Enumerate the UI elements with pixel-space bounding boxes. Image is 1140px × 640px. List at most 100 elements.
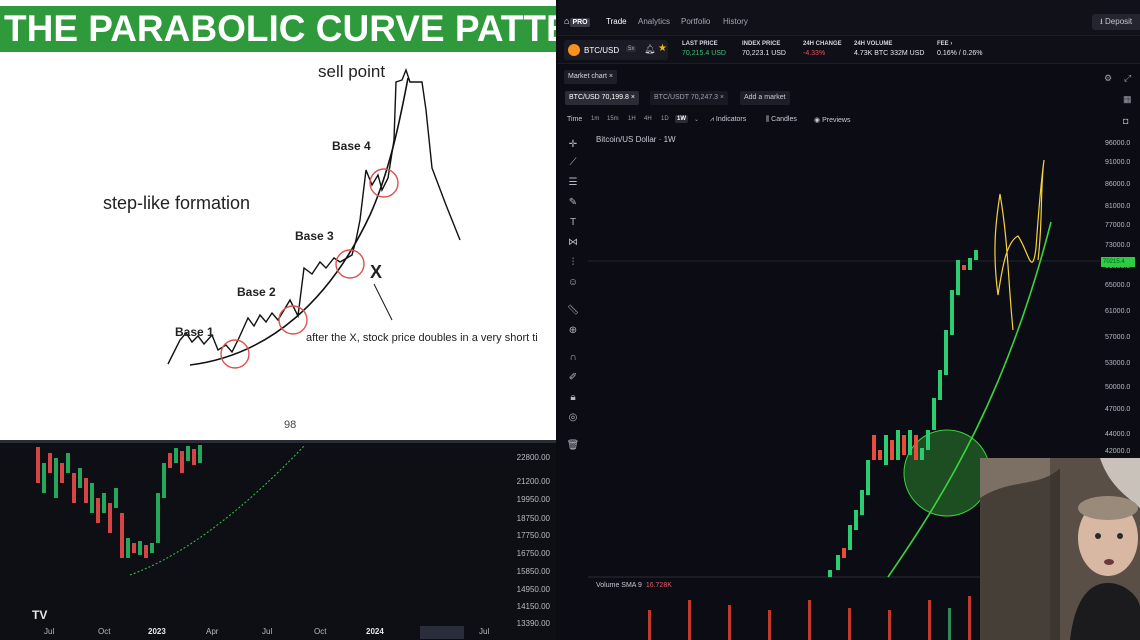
tab-market-chart[interactable]: Market chart × [564,70,617,84]
mini-candle [72,473,76,503]
trendline-icon[interactable]: ⟋ [566,156,580,170]
stat-value: 70,215.4 USD [682,50,726,57]
tradingview-logo: TV [32,608,48,622]
step-like-label: step-like formation [103,193,251,213]
trash-icon[interactable]: 🗑︎ [566,439,580,453]
mini-candle [42,463,46,493]
chart-title: Bitcoin/US Dollar · 1W [596,135,676,144]
volume-label-text: Volume SMA 9 [596,582,642,589]
candle [860,490,864,515]
candle [938,370,942,400]
brand-logo[interactable]: ⌂ PRO [564,16,590,27]
interval-1h[interactable]: 1H [628,116,636,122]
expand-icon[interactable]: ⤢ [1124,73,1131,84]
pro-badge: PRO [570,18,590,27]
interval-1m[interactable]: 1m [591,116,599,122]
ruler-icon[interactable]: 📏︎ [566,304,580,318]
candle [878,450,882,460]
mini-date-label: Oct [98,627,111,636]
mini-price-label: 15850.00 [516,567,550,576]
stat-value: 70,223.1 USD [742,50,786,57]
chevron-down-icon[interactable]: ⌄ [694,116,699,123]
candle [932,398,936,430]
pencil-lock-icon[interactable]: ✐ [566,371,580,385]
nav-analytics[interactable]: Analytics [638,17,670,26]
price-axis-label: 65000.0 [1105,282,1131,289]
horizontal-lines-icon[interactable]: ☰ [566,176,580,190]
annotation-text: after the X, stock price doubles in a ve… [306,332,538,344]
market-chip-btc-usd[interactable]: BTC/USD 70,199.8 × [565,91,639,105]
candle [902,435,906,455]
candle [854,510,858,530]
interval-1d[interactable]: 1D [661,116,669,122]
price-axis-label: 42000.0 [1105,448,1131,455]
candle [914,435,918,460]
base-1-label: Base 1 [175,325,214,339]
nav-history[interactable]: History [723,17,748,26]
mini-candle [126,538,130,558]
mini-candle [36,447,40,483]
mini-candle [84,478,88,503]
fib-icon[interactable]: ⫶ [566,256,580,270]
indicators-button[interactable]: ⩘ Indicators [710,116,746,124]
interval-15m[interactable]: 15m [607,116,619,122]
base-4-label: Base 4 [332,139,371,153]
volume-bar [968,596,971,640]
add-market-button[interactable]: Add a market [740,91,790,105]
webcam-overlay [980,458,1140,640]
settings-icon[interactable]: ⚙ [1104,73,1112,84]
mini-price-label: 14150.00 [516,602,550,611]
bitcoin-icon [568,44,580,56]
pattern-icon[interactable]: ⋈ [566,236,580,250]
mini-price-label: 17750.00 [516,531,550,540]
mini-date-label: Apr [206,627,219,636]
mini-chart-panel[interactable]: 22800.00 21200.00 19950.00 18750.00 17750.00… [0,440,556,640]
mini-candle [78,468,82,488]
webcam-image [980,458,1140,640]
interval-4h[interactable]: 4H [644,116,652,122]
text-icon[interactable]: T [566,216,580,230]
stat-value: -4.33% [803,50,826,57]
chart-tabs: Market chart × [558,68,1140,86]
price-axis-label: 53000.0 [1105,360,1131,367]
previews-button[interactable]: ◉ Previews [814,116,850,124]
candle [956,260,960,295]
emoji-icon[interactable]: ☺ [566,276,580,290]
price-axis-label: 96000.0 [1105,140,1131,147]
zoom-icon[interactable]: ⊕ [566,324,580,338]
bell-icon[interactable]: 🔔︎ [644,44,655,55]
brush-icon[interactable]: ✎ [566,196,580,210]
top-nav: ⌂ PRO Trade Analytics Portfolio History ⭳… [558,0,1140,36]
pair-selector[interactable]: BTC/USD 5x 🔔︎ ★ [564,40,668,60]
parabolic-diagram [167,67,461,369]
interval-1w[interactable]: 1W [675,115,688,123]
volume-bar [648,610,651,640]
deposit-button[interactable]: ⭳ Deposit [1092,14,1140,30]
mini-candle [144,545,148,558]
stat-label: 24H CHANGE [803,41,842,47]
candle [872,435,876,460]
market-chip-btc-usdt[interactable]: BTC/USDT 70,247.3 × [650,91,729,105]
stat-fee[interactable]: FEE › 0.16% / 0.26% [937,41,983,57]
visibility-icon[interactable]: ◎ [566,411,580,425]
crosshair-icon[interactable]: ✛ [566,138,580,152]
time-label: Time [567,116,583,123]
mini-candle [138,541,142,555]
current-price-tag: 70215.4 [1101,257,1135,267]
pair-name: BTC/USD [584,46,620,55]
mini-candle [48,453,52,473]
mini-candle [114,488,118,508]
slide-panel: THE PARABOLIC CURVE PATTER sell point st… [0,0,556,440]
volume-bar [808,600,811,640]
nav-portfolio[interactable]: Portfolio [681,17,710,26]
mini-date-label: Oct [314,627,327,636]
magnet-icon[interactable]: ∩ [566,351,580,365]
price-axis-label: 77000.0 [1105,222,1131,229]
nav-trade[interactable]: Trade [606,17,627,26]
star-icon[interactable]: ★ [658,43,667,54]
lock-icon[interactable]: 🔒︎ [566,391,580,405]
candles-button[interactable]: ⫼ Candles [766,116,797,124]
candle [866,460,870,495]
sell-point-label: sell point [318,62,386,81]
mini-date-label: Jul [262,627,273,636]
